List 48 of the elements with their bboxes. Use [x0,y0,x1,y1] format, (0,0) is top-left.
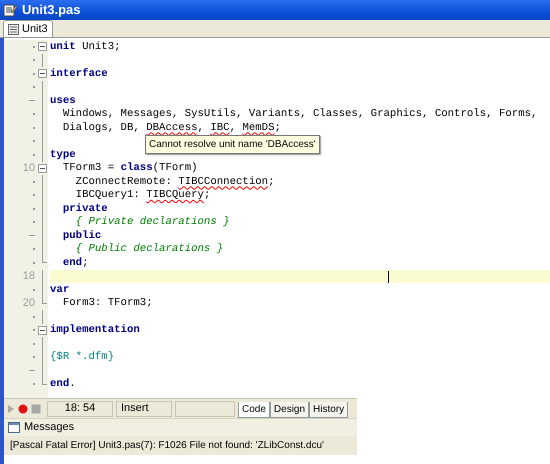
code-line: Form3: TForm3; [62,296,154,310]
editor-tab[interactable]: Unit3 [3,20,53,37]
fold-end-icon [42,378,47,384]
code-line: Windows, Messages, SysUtils, Variants, Classes, Graphics, Controls, Forms, [62,108,538,121]
code-line: type [50,148,77,162]
gutter-dash-icon [29,100,35,102]
code-line: var [50,283,70,296]
code-line: interface [50,67,109,80]
line-number: 20 [22,298,35,309]
text-cursor [388,270,389,282]
code-line: implementation [50,324,141,337]
code-line: {$R *.dfm} [50,350,116,364]
fold-collapse-icon[interactable] [38,164,47,173]
error-tooltip: Cannot resolve unit name 'DBAccess' [145,135,320,154]
unit-file-icon [8,24,19,34]
code-line: end; [62,256,90,270]
gutter-dash-icon [29,235,35,236]
line-number: 18 [22,270,35,282]
fold-end-icon [42,296,47,304]
code-line: { Public declarations } [74,242,224,256]
fold-end-icon [42,256,47,263]
messages-title: Messages [24,420,74,436]
code-line: private [62,202,109,216]
gutter-dash-icon [29,370,35,372]
code-line: public [62,229,102,242]
fold-collapse-icon[interactable] [38,326,47,335]
window-title: Unit3.pas [22,1,81,20]
cursor-position: 18: 54 [47,400,113,416]
code-line: Dialogs, DB, DBAccess, IBC, MemDS; [62,121,282,134]
code-line: IBCQuery1: TIBCQuery; [74,188,212,202]
line-number: 10 [22,162,35,174]
edit-mode: Insert [116,400,172,416]
document-edit-icon [3,3,17,17]
record-icon[interactable] [18,404,28,414]
fold-line [42,54,43,67]
fold-collapse-icon[interactable] [38,42,47,52]
view-tab[interactable]: Code [238,402,270,418]
code-line: unit Unit3; [50,40,122,54]
window-icon [8,422,20,433]
code-line: TForm3 = class(TForm) [62,162,199,175]
code-line: { Private declarations } [74,216,231,229]
fold-collapse-icon[interactable] [38,69,47,78]
fold-line [42,310,43,324]
view-tab[interactable]: Design [270,402,310,418]
code-line: ZConnectRemote: TIBCConnection; [74,175,276,188]
code-line: uses [50,94,77,108]
code-line: end. [50,378,77,391]
view-tab[interactable]: History [309,402,348,418]
